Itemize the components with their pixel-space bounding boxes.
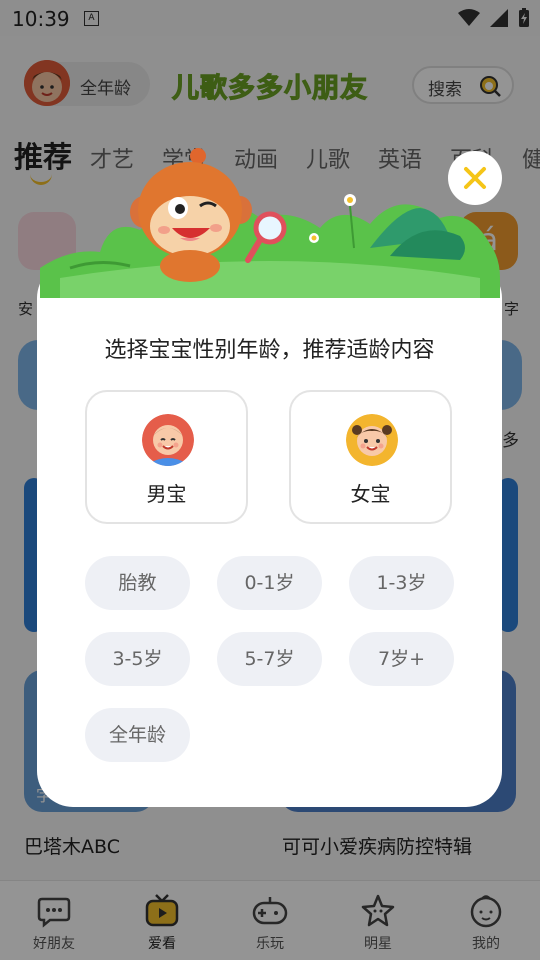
age-option-7-plus[interactable]: 7岁+ xyxy=(349,632,454,686)
age-option-all-ages[interactable]: 全年龄 xyxy=(85,708,190,762)
close-button[interactable] xyxy=(448,151,502,205)
gender-label: 男宝 xyxy=(146,482,187,506)
age-option-0-1[interactable]: 0-1岁 xyxy=(217,556,322,610)
monkey-illustration xyxy=(40,148,500,298)
age-option-prenatal[interactable]: 胎教 xyxy=(85,556,190,610)
boy-avatar-icon xyxy=(142,414,194,466)
gender-option-girl[interactable]: 女宝 xyxy=(289,390,452,524)
age-option-3-5[interactable]: 3-5岁 xyxy=(85,632,190,686)
gender-label: 女宝 xyxy=(350,482,391,506)
age-option-1-3[interactable]: 1-3岁 xyxy=(349,556,454,610)
girl-avatar-icon xyxy=(346,414,398,466)
dialog-title: 选择宝宝性别年龄，推荐适龄内容 xyxy=(104,338,435,363)
age-gender-dialog: 选择宝宝性别年龄，推荐适龄内容 男宝 女宝 胎教 0-1岁 1-3岁 3-5岁 … xyxy=(37,262,502,807)
age-option-5-7[interactable]: 5-7岁 xyxy=(217,632,322,686)
close-icon xyxy=(464,167,486,189)
gender-option-boy[interactable]: 男宝 xyxy=(85,390,248,524)
